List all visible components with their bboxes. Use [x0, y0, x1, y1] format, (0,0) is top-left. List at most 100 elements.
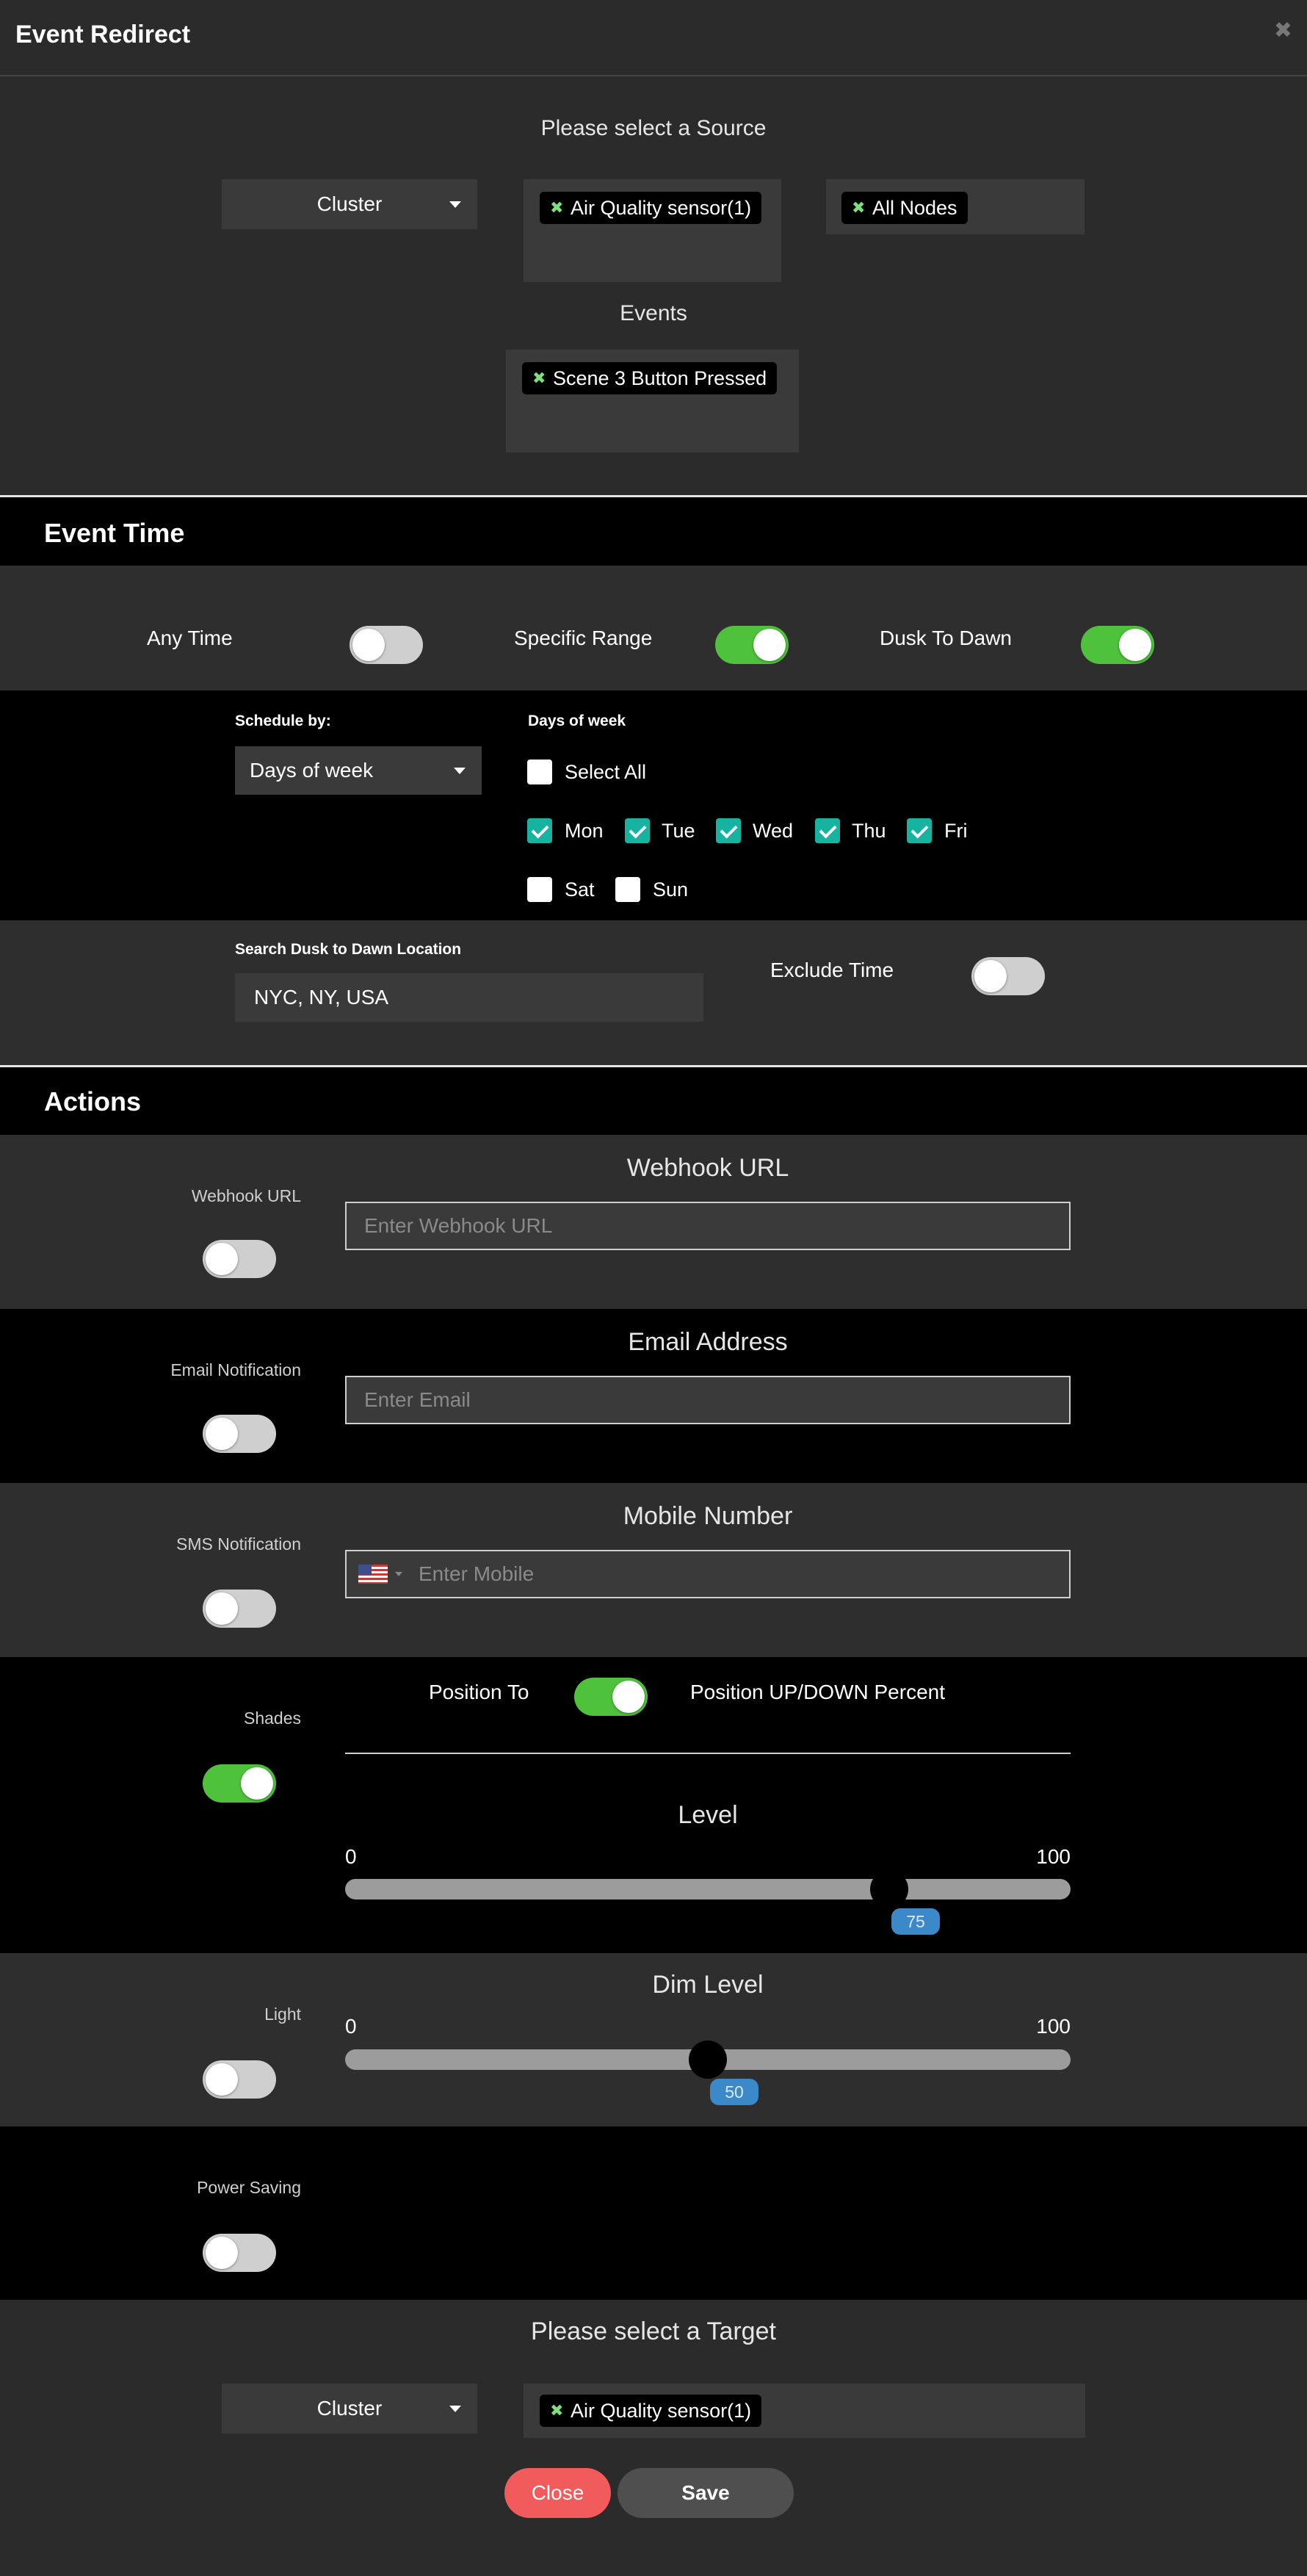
day-checkbox-thu[interactable]: [815, 818, 840, 843]
dialog-title: Event Redirect: [15, 21, 191, 48]
nodes-tag-label: All Nodes: [872, 197, 957, 219]
mobile-input[interactable]: Enter Mobile: [345, 1550, 1071, 1598]
webhook-toggle[interactable]: [203, 1240, 276, 1278]
chevron-down-icon: [449, 201, 461, 208]
day-checkbox-fri[interactable]: [907, 818, 932, 843]
level-min-label: 0: [345, 1845, 357, 1868]
light-toggle[interactable]: [203, 2060, 276, 2099]
day-checkbox-mon[interactable]: [527, 818, 552, 843]
sms-row: SMS Notification Mobile Number Enter Mob…: [0, 1483, 1307, 1657]
chevron-down-icon: [449, 2406, 461, 2412]
any-time-toggle[interactable]: [350, 626, 423, 664]
email-toggle[interactable]: [203, 1415, 276, 1453]
schedule-row: Schedule by: Days of week Days of week S…: [0, 690, 1307, 920]
schedule-by-label: Schedule by:: [235, 712, 331, 729]
schedule-by-select[interactable]: Days of week: [235, 746, 482, 795]
select-all-checkbox[interactable]: [527, 760, 552, 784]
level-title: Level: [678, 1801, 738, 1829]
exclude-time-toggle[interactable]: [971, 957, 1045, 995]
position-percent-label: Position UP/DOWN Percent: [690, 1681, 945, 1703]
nodes-multiselect[interactable]: ✖ All Nodes: [826, 179, 1085, 234]
day-label-mon: Mon: [565, 820, 604, 842]
dim-value-badge: 50: [710, 2079, 759, 2105]
email-input[interactable]: Enter Email: [345, 1376, 1071, 1424]
shades-row: Shades Position To Position UP/DOWN Perc…: [0, 1657, 1307, 1953]
event-time-header: Event Time: [0, 497, 1307, 566]
save-button[interactable]: Save: [618, 2468, 794, 2518]
day-label-fri: Fri: [944, 820, 968, 842]
select-all-label: Select All: [565, 761, 647, 783]
email-row: Email Notification Email Address Enter E…: [0, 1309, 1307, 1483]
day-label-thu: Thu: [852, 820, 886, 842]
remove-tag-icon[interactable]: ✖: [852, 192, 865, 224]
any-time-label: Any Time: [147, 627, 233, 649]
power-saving-row: Power Saving: [0, 2126, 1307, 2300]
actions-header: Actions: [0, 1067, 1307, 1135]
source-tag[interactable]: ✖ Air Quality sensor(1): [540, 192, 762, 224]
specific-range-toggle[interactable]: [715, 626, 789, 664]
target-section: Please select a Target Cluster ✖ Air Qua…: [0, 2300, 1307, 2576]
level-slider[interactable]: 75: [345, 1870, 1071, 1936]
webhook-url-input[interactable]: Enter Webhook URL: [345, 1202, 1071, 1250]
target-heading: Please select a Target: [531, 2317, 776, 2345]
shades-toggle[interactable]: [203, 1764, 276, 1803]
target-type-select[interactable]: Cluster: [222, 2384, 477, 2434]
day-label-tue: Tue: [662, 820, 695, 842]
level-value-badge: 75: [891, 1908, 940, 1935]
chevron-down-icon: [454, 768, 466, 774]
level-slider-track[interactable]: [345, 1879, 1071, 1899]
source-multiselect[interactable]: ✖ Air Quality sensor(1): [524, 179, 781, 282]
dim-max-label: 100: [1036, 2015, 1071, 2038]
close-icon[interactable]: ✖: [1274, 18, 1292, 43]
remove-tag-icon[interactable]: ✖: [550, 2395, 563, 2427]
webhook-placeholder: Enter Webhook URL: [364, 1214, 553, 1237]
dim-level-title: Dim Level: [652, 1971, 764, 1999]
location-input[interactable]: NYC, NY, USA: [235, 973, 703, 1022]
time-mode-row: Any Time Specific Range Dusk To Dawn: [0, 566, 1307, 690]
actions-heading: Actions: [44, 1086, 142, 1116]
sms-title: Mobile Number: [623, 1502, 793, 1530]
source-heading: Please select a Source: [540, 116, 767, 140]
webhook-side-label: Webhook URL: [191, 1186, 301, 1205]
target-type-value: Cluster: [316, 2397, 383, 2420]
position-toggle[interactable]: [574, 1678, 648, 1716]
light-side-label: Light: [264, 2005, 301, 2024]
dusk-to-dawn-toggle[interactable]: [1081, 626, 1154, 664]
remove-tag-icon[interactable]: ✖: [532, 362, 546, 394]
day-checkbox-tue[interactable]: [625, 818, 650, 843]
close-button[interactable]: Close: [504, 2468, 611, 2518]
events-multiselect[interactable]: ✖ Scene 3 Button Pressed: [506, 350, 799, 452]
webhook-title: Webhook URL: [626, 1154, 789, 1182]
email-title: Email Address: [628, 1328, 788, 1356]
source-tag-label: Air Quality sensor(1): [571, 197, 752, 219]
sms-toggle[interactable]: [203, 1590, 276, 1628]
day-label-sun: Sun: [653, 878, 689, 901]
source-type-select[interactable]: Cluster: [222, 179, 477, 229]
day-checkbox-sun[interactable]: [615, 877, 640, 902]
event-tag[interactable]: ✖ Scene 3 Button Pressed: [522, 362, 778, 394]
nodes-tag[interactable]: ✖ All Nodes: [841, 192, 968, 224]
dim-slider-thumb[interactable]: [689, 2041, 727, 2079]
email-side-label: Email Notification: [170, 1360, 301, 1379]
level-max-label: 100: [1036, 1845, 1071, 1868]
target-tag-label: Air Quality sensor(1): [571, 2400, 752, 2422]
location-label: Search Dusk to Dawn Location: [235, 941, 462, 958]
location-value: NYC, NY, USA: [254, 986, 389, 1009]
target-tag[interactable]: ✖ Air Quality sensor(1): [540, 2395, 762, 2427]
power-saving-side-label: Power Saving: [197, 2178, 301, 2197]
location-row: Search Dusk to Dawn Location NYC, NY, US…: [0, 920, 1307, 1065]
dim-level-slider[interactable]: 50: [345, 2041, 1071, 2107]
power-saving-toggle[interactable]: [203, 2234, 276, 2272]
day-checkbox-sat[interactable]: [527, 877, 552, 902]
chevron-down-icon: [395, 1572, 402, 1576]
us-flag-icon[interactable]: [358, 1565, 388, 1584]
email-placeholder: Enter Email: [364, 1388, 471, 1411]
target-multiselect[interactable]: ✖ Air Quality sensor(1): [524, 2384, 1085, 2438]
dusk-to-dawn-label: Dusk To Dawn: [880, 627, 1013, 649]
schedule-by-value: Days of week: [250, 759, 374, 782]
day-checkbox-wed[interactable]: [716, 818, 741, 843]
level-slider-thumb[interactable]: [870, 1870, 908, 1908]
day-label-sat: Sat: [565, 878, 595, 901]
days-of-week-label: Days of week: [528, 712, 626, 729]
remove-tag-icon[interactable]: ✖: [550, 192, 563, 224]
